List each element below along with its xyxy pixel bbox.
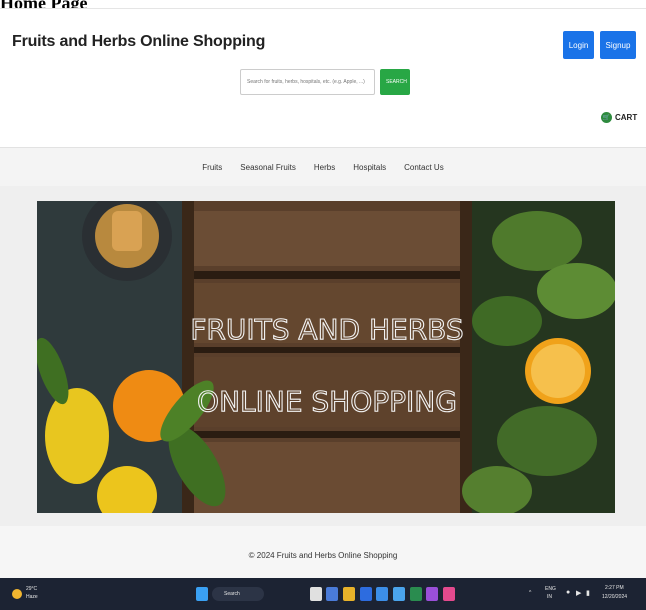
banner-line2: ONLINE SHOPPING [197,385,457,418]
footer: © 2024 Fruits and Herbs Online Shopping [0,526,646,584]
nav-item-fruits[interactable]: Fruits [202,163,222,172]
clock-time[interactable]: 2:27 PM [605,585,624,591]
battery-icon[interactable]: ▮ [586,589,590,597]
vscode-icon[interactable] [410,587,422,601]
wifi-icon[interactable]: ● [566,589,570,596]
cart-link[interactable]: 🛒 CART [601,112,637,123]
taskbar-search[interactable]: Search [212,587,264,601]
chrome-icon[interactable] [393,587,405,601]
taskbar: 29°C Haze Search ^ ENG IN ● ▶ ▮ 2:27 PM … [0,578,646,610]
start-icon[interactable] [196,587,208,601]
nav-item-contact-us[interactable]: Contact Us [404,163,444,172]
nav-item-hospitals[interactable]: Hospitals [353,163,386,172]
tray-chevron-icon[interactable]: ^ [529,590,531,596]
task-view-icon[interactable] [310,587,322,601]
site-title[interactable]: Fruits and Herbs Online Shopping [12,33,265,51]
login-button[interactable]: Login [563,31,594,59]
nav-item-seasonal-fruits[interactable]: Seasonal Fruits [240,163,296,172]
weather-temp: 29°C [26,586,38,592]
weather-icon[interactable] [12,589,22,599]
search-button[interactable]: SEARCH [380,69,410,95]
footer-copyright: © 2024 Fruits and Herbs Online Shopping [248,550,398,560]
hero-banner: FRUITS AND HERBS ONLINE SHOPPING [37,201,615,513]
file-explorer-icon[interactable] [343,587,355,601]
language-sub: IN [547,594,552,600]
taskbar-search-label: Search [224,591,240,597]
app-icon[interactable] [426,587,438,601]
main-nav: Fruits Seasonal Fruits Herbs Hospitals C… [0,147,646,187]
language-indicator[interactable]: ENG [545,586,556,592]
app-icon-2[interactable] [443,587,455,601]
search-bar: SEARCH [240,69,410,95]
store-icon[interactable] [360,587,372,601]
widgets-icon[interactable] [326,587,338,601]
clock-date[interactable]: 12/20/2024 [602,594,627,600]
cart-label: CART [615,113,638,122]
search-input[interactable] [240,69,375,95]
signup-button[interactable]: Signup [600,31,636,59]
browser-page: Fruits and Herbs Online Shopping Login S… [0,8,646,584]
edge-icon[interactable] [376,587,388,601]
cart-icon: 🛒 [601,112,612,123]
weather-desc: Haze [26,594,38,600]
nav-item-herbs[interactable]: Herbs [314,163,335,172]
main-content: FRUITS AND HERBS ONLINE SHOPPING [0,186,646,526]
volume-icon[interactable]: ▶ [576,589,581,597]
banner-line1: FRUITS AND HERBS [190,313,463,346]
